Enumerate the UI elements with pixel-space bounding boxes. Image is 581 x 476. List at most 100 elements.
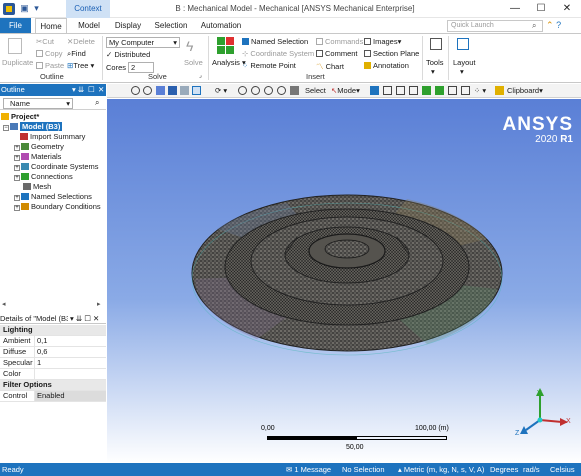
tree-item-materials[interactable]: + Materials [14, 152, 61, 162]
ansys-app-icon[interactable] [3, 3, 15, 15]
rotate-icon[interactable]: ⟳ ▾ [215, 86, 227, 95]
magnifier-icon[interactable] [277, 86, 286, 95]
commands-button[interactable]: Commands [316, 37, 363, 46]
clipboard-icon[interactable] [495, 86, 504, 95]
close-button[interactable]: ✕ [554, 1, 580, 17]
zoom-icon[interactable] [131, 86, 140, 95]
paste-button[interactable]: Paste [36, 61, 64, 70]
remote-point-button[interactable]: ⁘ Remote Point [242, 61, 296, 70]
select-body-icon[interactable] [409, 86, 418, 95]
select-button[interactable]: Select [305, 86, 326, 95]
tools-button[interactable]: Tools ▾ [426, 58, 444, 76]
coordinate-system-button[interactable]: ⊹ Coordinate System [242, 49, 314, 58]
zoom-box-icon[interactable] [143, 86, 152, 95]
temperature-unit[interactable]: Celsius [550, 463, 575, 476]
duplicate-button[interactable]: Duplicate [2, 58, 33, 67]
details-row-color[interactable]: Color [0, 369, 106, 380]
maximize-button[interactable]: ☐ [528, 1, 554, 17]
pin-icon[interactable]: ▾ ⇊ [72, 84, 84, 96]
layout-button[interactable]: Layout ▾ [453, 58, 476, 76]
specular-value[interactable]: 1 [34, 358, 106, 368]
copy-button[interactable]: Copy [36, 49, 63, 58]
filter-search-icon[interactable]: ⌕ [95, 98, 99, 108]
details-row-ambient[interactable]: Ambient 0,1 [0, 336, 106, 347]
hide-icon[interactable]: ⁘ ▾ [474, 86, 486, 95]
maximize-panel-icon[interactable]: ☐ [88, 84, 95, 96]
color-value[interactable] [34, 369, 106, 379]
close-panel-icon[interactable]: ✕ [98, 84, 104, 96]
tab-home[interactable]: Home [35, 18, 67, 33]
zoom-out-icon[interactable] [251, 86, 260, 95]
expand-icon[interactable]: + [14, 145, 20, 151]
tree-item-mesh[interactable]: Mesh [23, 182, 51, 192]
clipboard-button[interactable]: Clipboard▾ [507, 86, 543, 95]
expand-icon[interactable]: + [14, 205, 20, 211]
rate-unit[interactable]: rad/s [523, 463, 540, 476]
tree-button[interactable]: ⊞Tree ▾ [67, 61, 94, 70]
details-controls[interactable]: ▾ ⇊ ☐ ✕ [68, 313, 100, 323]
tree-item-named-selections[interactable]: + Named Selections [14, 192, 92, 202]
tab-model[interactable]: Model [72, 18, 106, 33]
delete-button[interactable]: ✕Delete [67, 37, 95, 46]
view-icon[interactable] [180, 86, 189, 95]
details-section-filter-options[interactable]: Filter Options [0, 380, 106, 391]
tree-item-project[interactable]: Project* [1, 112, 39, 122]
graphics-viewport[interactable]: ANSYS 2020 R1 0,00 100,00 (m) 50,00 Y X … [107, 99, 581, 463]
zoom-in-icon[interactable] [238, 86, 247, 95]
name-filter-select[interactable]: Name ▾ [3, 98, 73, 109]
named-selection-button[interactable]: Named Selection [242, 37, 308, 46]
expand-icon[interactable]: + [14, 195, 20, 201]
details-row-specular[interactable]: Specular 1 [0, 358, 106, 369]
messages-status[interactable]: ✉ 1 Message [286, 463, 331, 476]
solve-button[interactable]: Solve [184, 58, 203, 67]
expand-icon[interactable]: + [14, 165, 20, 171]
details-section-lighting[interactable]: Lighting [0, 325, 106, 336]
collapse-ribbon-icon[interactable]: ⌃ [546, 20, 554, 30]
select-node-icon[interactable] [422, 86, 431, 95]
select-edge-icon[interactable] [383, 86, 392, 95]
collapse-icon[interactable]: − [3, 125, 9, 131]
tree-item-model[interactable]: − Model (B3) [3, 122, 63, 132]
find-button[interactable]: ⌕Find [67, 49, 86, 59]
expand-icon[interactable]: + [14, 175, 20, 181]
section-plane-button[interactable]: Section Plane [364, 49, 419, 58]
annotation-button[interactable]: Annotation [364, 61, 409, 70]
diffuse-value[interactable]: 0,6 [34, 347, 106, 357]
tab-selection[interactable]: Selection [152, 18, 190, 33]
select-all-icon[interactable] [461, 86, 470, 95]
perspective-icon[interactable] [192, 86, 201, 95]
quick-launch-input[interactable]: Quick Launch ⌕ [447, 20, 543, 32]
help-icon[interactable]: ? [556, 20, 561, 30]
distributed-checkbox[interactable]: ✓ Distributed [106, 50, 150, 59]
pan-icon[interactable] [290, 86, 299, 95]
file-tab[interactable]: File [0, 18, 31, 33]
zoom-to-fit-icon[interactable] [264, 86, 273, 95]
angle-unit[interactable]: Degrees [490, 463, 518, 476]
mode-button[interactable]: ↖Mode▾ [331, 86, 360, 95]
iso-view-icon[interactable] [168, 86, 177, 95]
comment-button[interactable]: Comment [316, 49, 358, 58]
details-row-diffuse[interactable]: Diffuse 0,6 [0, 347, 106, 358]
cut-button[interactable]: ✂Cut [36, 37, 54, 46]
select-face-icon[interactable] [396, 86, 405, 95]
units-status[interactable]: ▴ Metric (m, kg, N, s, V, A) [398, 463, 484, 476]
select-vertex-icon[interactable] [370, 86, 379, 95]
tree-item-connections[interactable]: + Connections [14, 172, 73, 182]
save-icon[interactable]: ▣ [19, 3, 30, 14]
solve-process-select[interactable]: My Computer ▾ [106, 37, 180, 48]
quick-access-dropdown-icon[interactable]: ▾ [31, 3, 42, 14]
tree-item-import-summary[interactable]: Import Summary [20, 132, 85, 142]
expand-icon[interactable]: + [14, 155, 20, 161]
solve-launcher-icon[interactable]: ⌟ [199, 72, 202, 79]
ambient-value[interactable]: 0,1 [34, 336, 106, 346]
analysis-button[interactable]: Analysis ▾ [212, 58, 246, 67]
extend-icon[interactable] [448, 86, 457, 95]
context-tab[interactable]: Context [66, 0, 110, 18]
images-button[interactable]: Images▾ [364, 37, 401, 46]
control-value[interactable]: Enabled [34, 391, 106, 401]
tree-item-boundary-conditions[interactable]: + Boundary Conditions [14, 202, 101, 212]
scroll-left-icon[interactable]: ◂ [2, 300, 6, 308]
help-icons[interactable]: ⌃ ? [546, 20, 561, 31]
tab-display[interactable]: Display [112, 18, 144, 33]
horizontal-scrollbar[interactable]: ◂ ▸ [0, 297, 106, 313]
